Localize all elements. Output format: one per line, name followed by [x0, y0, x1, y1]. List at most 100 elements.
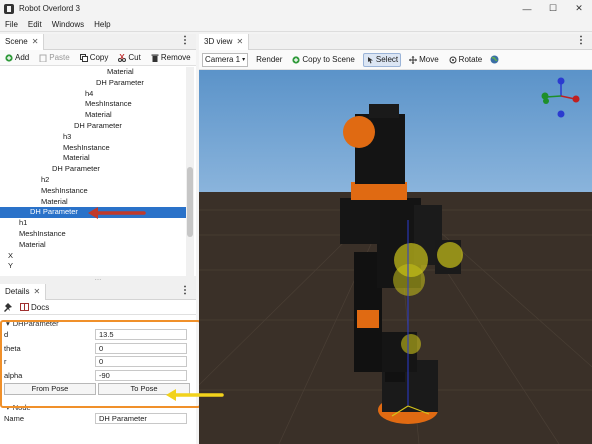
- minimize-button[interactable]: —: [514, 0, 540, 17]
- details-panel-menu-icon[interactable]: ⋮: [180, 285, 190, 296]
- tree-item-label: DH Parameter: [74, 120, 122, 130]
- tree-item-label: Material: [19, 239, 46, 249]
- menu-edit[interactable]: Edit: [23, 20, 47, 29]
- close-tab-icon[interactable]: ✕: [32, 37, 39, 46]
- close-tab-icon[interactable]: ✕: [33, 287, 40, 296]
- title-bar: Robot Overlord 3 — ☐ ✕: [0, 0, 592, 17]
- maximize-button[interactable]: ☐: [540, 0, 566, 17]
- rotate-tool-button[interactable]: Rotate: [447, 53, 485, 67]
- tree-item[interactable]: MeshInstance: [0, 186, 186, 197]
- tab-details-label: Details: [5, 287, 30, 296]
- globe-icon[interactable]: [490, 55, 499, 64]
- add-icon: [5, 53, 13, 62]
- camera-select[interactable]: Camera 1 ▾: [202, 52, 249, 67]
- render-button[interactable]: Render: [254, 53, 284, 67]
- scene-tabbar: Scene ✕ ⋮: [0, 33, 196, 50]
- tree-item[interactable]: MeshInstance: [0, 143, 186, 154]
- tree-item-label: Material: [41, 196, 68, 206]
- tree-item[interactable]: Material: [0, 240, 186, 251]
- tab-details[interactable]: Details ✕: [0, 283, 47, 300]
- red-pointer-arrow: [88, 207, 146, 219]
- details-toolbar: Docs: [0, 300, 196, 315]
- tree-item[interactable]: DH Parameter: [0, 164, 186, 175]
- tree-item-label: MeshInstance: [63, 142, 110, 152]
- tree-item[interactable]: Material: [0, 153, 186, 164]
- tree-item[interactable]: h3: [0, 132, 186, 143]
- select-tool-button[interactable]: Select: [362, 52, 402, 67]
- menu-file[interactable]: File: [0, 20, 23, 29]
- tab-3d-view-label: 3D view: [204, 37, 233, 46]
- menu-windows[interactable]: Windows: [47, 20, 89, 29]
- tab-3d-view[interactable]: 3D view ✕: [199, 33, 250, 50]
- docs-button[interactable]: Docs: [18, 300, 51, 314]
- tree-item-label: h3: [63, 131, 72, 141]
- view-toolbar: Camera 1 ▾ Render Copy to Scene Select M…: [199, 50, 592, 70]
- tree-item-label: DH Parameter: [52, 164, 100, 174]
- trash-icon: [151, 54, 159, 62]
- 3d-scene: [199, 70, 592, 444]
- close-tab-icon[interactable]: ✕: [236, 37, 243, 46]
- tree-item[interactable]: Y: [0, 261, 186, 272]
- view-panel-menu-icon[interactable]: ⋮: [576, 35, 586, 46]
- remove-button[interactable]: Remove: [149, 51, 193, 65]
- tree-item[interactable]: MeshInstance: [0, 229, 186, 240]
- rotate-icon: [449, 56, 457, 63]
- book-icon: [20, 303, 29, 311]
- name-row: Name DH Parameter: [0, 412, 196, 426]
- copy-label: Copy: [89, 53, 109, 62]
- copy-icon: [79, 53, 88, 62]
- tree-item[interactable]: X: [0, 251, 186, 262]
- add-button[interactable]: Add: [3, 51, 31, 65]
- scene-toolbar: Add Paste Copy Cut Remove: [0, 50, 196, 66]
- tree-item-label: h2: [41, 174, 50, 184]
- tree-item-label: Material: [63, 153, 90, 163]
- rotate-label: Rotate: [458, 55, 483, 64]
- tree-item-label: Material: [85, 110, 112, 120]
- render-label: Render: [256, 55, 283, 64]
- tree-item[interactable]: h2: [0, 175, 186, 186]
- tree-item[interactable]: MeshInstance: [0, 99, 186, 110]
- tree-item[interactable]: Material: [0, 110, 186, 121]
- remove-label: Remove: [160, 53, 191, 62]
- tree-item-label: X: [8, 250, 14, 260]
- pointer-hand-icon: [367, 56, 373, 63]
- paste-button[interactable]: Paste: [37, 51, 71, 65]
- paste-icon: [39, 54, 47, 62]
- menu-bar: File Edit Windows Help: [0, 17, 592, 32]
- name-field[interactable]: DH Parameter: [95, 413, 187, 425]
- tree-item[interactable]: Material: [0, 67, 186, 78]
- tree-item[interactable]: h4: [0, 89, 186, 100]
- tree-item[interactable]: DH Parameter: [0, 121, 186, 132]
- tree-item[interactable]: DH Parameter: [0, 78, 186, 89]
- menu-help[interactable]: Help: [89, 20, 115, 29]
- scene-panel-menu-icon[interactable]: ⋮: [180, 35, 190, 46]
- docs-label: Docs: [31, 302, 50, 312]
- tree-scrollbar[interactable]: [186, 67, 194, 276]
- move-tool-button[interactable]: Move: [407, 53, 441, 67]
- copy-button[interactable]: Copy: [78, 51, 111, 65]
- tree-item-label: h1: [19, 218, 28, 228]
- tree-scrollbar-thumb[interactable]: [187, 167, 193, 237]
- tree-item-label: MeshInstance: [41, 185, 88, 195]
- tree-item-label: DH Parameter: [30, 207, 78, 217]
- tree-item-label: Material: [107, 67, 134, 76]
- chevron-down-icon: ▾: [242, 57, 246, 63]
- camera-value: Camera 1: [205, 55, 241, 64]
- scissors-icon: [118, 53, 127, 62]
- 3d-viewport[interactable]: [199, 70, 592, 444]
- pin-icon[interactable]: [4, 302, 12, 312]
- view-tabbar: 3D view ✕ ⋮: [199, 33, 592, 50]
- yellow-pointer-arrow: [166, 389, 224, 401]
- window-title: Robot Overlord 3: [19, 4, 80, 13]
- tree-item-label: h4: [85, 88, 94, 98]
- tab-scene[interactable]: Scene ✕: [0, 33, 45, 50]
- details-tabbar: Details ✕ ⋮: [0, 283, 196, 300]
- cut-button[interactable]: Cut: [116, 51, 142, 65]
- paste-label: Paste: [49, 53, 70, 62]
- move-arrows-icon: [409, 55, 418, 64]
- tree-item-label: DH Parameter: [96, 77, 144, 87]
- tab-scene-label: Scene: [5, 37, 28, 46]
- add-icon: [292, 55, 300, 64]
- copy-to-scene-button[interactable]: Copy to Scene: [290, 53, 356, 67]
- close-window-button[interactable]: ✕: [566, 0, 592, 17]
